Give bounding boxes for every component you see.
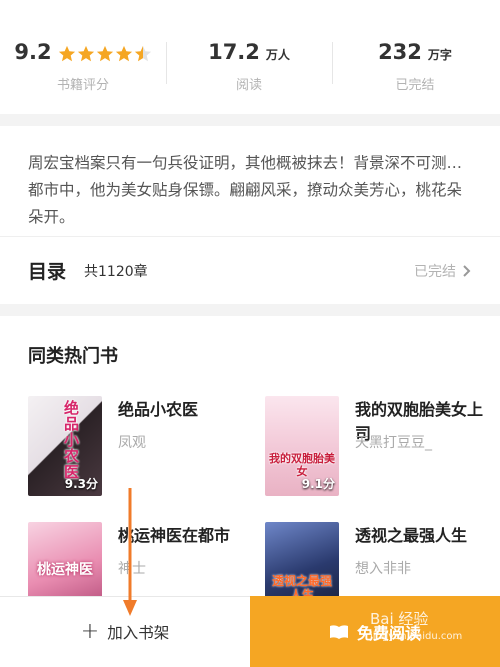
similar-books-title: 同类热门书 [28, 346, 118, 367]
cover-score: 9.3分 [64, 477, 98, 491]
rating-value: 9.2 [14, 40, 52, 64]
table-of-contents-row[interactable]: 目录 共1120章 已完结 [0, 236, 500, 304]
add-to-shelf-label: 加入书架 [107, 624, 170, 642]
rating-label: 书籍评分 [56, 78, 109, 93]
words-label: 已完结 [395, 78, 435, 93]
chevron-right-icon [463, 264, 471, 277]
words-value: 232 [378, 40, 422, 64]
toc-status: 已完结 [414, 261, 472, 281]
stat-rating: 9.2 书籍评分 [0, 40, 166, 93]
book-cover[interactable]: 我的双胞胎美女 9.1分 [265, 396, 339, 496]
cover-title: 绝品小农医 [64, 399, 80, 481]
section-divider [0, 304, 500, 316]
book-author: 凤观 [118, 435, 146, 451]
star-icon [77, 45, 94, 62]
toc-status-label: 已完结 [414, 263, 456, 280]
watermark-brand: Bai 经验 [370, 610, 429, 628]
star-icon [115, 45, 132, 62]
watermark-url: jingyan.baidu.com [370, 631, 463, 642]
star-icon [96, 45, 113, 62]
book-name: 绝品小农医 [118, 400, 199, 419]
stat-readers: 17.2 万人 阅读 [166, 40, 332, 93]
plus-icon: + [80, 619, 100, 644]
rating-stars [58, 45, 152, 63]
annotation-arrow-icon [123, 488, 137, 616]
readers-value: 17.2 [208, 40, 260, 64]
cover-title: 桃运神医 [37, 562, 93, 578]
readers-unit: 万人 [265, 48, 290, 62]
section-divider [0, 114, 500, 126]
book-cover[interactable]: 绝品小农医 9.3分 [28, 396, 102, 496]
cover-score: 9.1分 [301, 477, 335, 491]
watermark: Bai 经验 jingyan.baidu.com [370, 608, 462, 642]
stat-words: 232 万字 已完结 [332, 40, 498, 93]
readers-label: 阅读 [235, 78, 262, 93]
book-description[interactable]: 周宏宝档案只有一句兵役证明，其他概被抹去！背景深不可测…都市中，他为美女贴身保镖… [28, 150, 476, 231]
similar-book[interactable]: 绝品小农医 9.3分 绝品小农医 凤观 [28, 396, 258, 506]
similar-book[interactable]: 我的双胞胎美女 9.1分 我的双胞胎美女上司 天黑打豆豆_ [265, 396, 495, 506]
toc-title: 目录 [28, 261, 67, 283]
book-author: 想入非非 [355, 561, 411, 577]
star-icon [58, 45, 75, 62]
book-open-icon [329, 624, 348, 639]
book-name: 透视之最强人生 [355, 526, 468, 545]
words-unit: 万字 [427, 48, 452, 62]
chapter-count: 共1120章 [84, 263, 148, 280]
half-star-icon [134, 45, 151, 62]
book-stats: 9.2 书籍评分 17.2 万人 阅读 232 万字 已完结 [0, 0, 500, 112]
book-author: 天黑打豆豆_ [355, 435, 432, 451]
